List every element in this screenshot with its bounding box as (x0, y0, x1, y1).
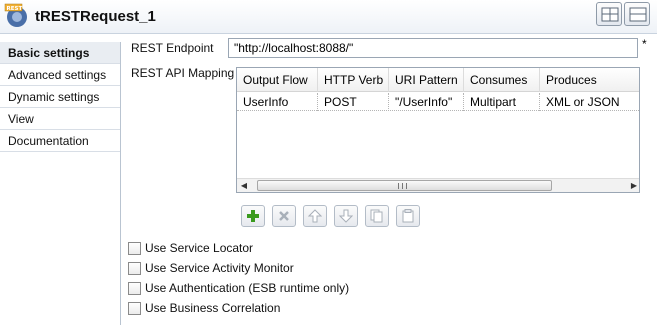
sidebar-item-documentation[interactable]: Documentation (0, 130, 120, 152)
table-row[interactable]: UserInfo POST "/UserInfo" Multipart XML … (237, 93, 639, 111)
use-service-activity-monitor-checkbox[interactable] (128, 262, 141, 275)
use-authentication-checkbox[interactable] (128, 282, 141, 295)
copy-button[interactable] (365, 205, 389, 227)
rest-endpoint-label: REST Endpoint (131, 41, 214, 55)
remove-row-button[interactable] (272, 205, 296, 227)
scroll-left-arrow-icon[interactable]: ◀ (237, 179, 251, 192)
paste-button[interactable] (396, 205, 420, 227)
cell-http-verb[interactable]: POST (318, 93, 389, 111)
use-service-activity-monitor-label: Use Service Activity Monitor (145, 261, 294, 275)
horizontal-scrollbar[interactable]: ◀ ▶ (237, 178, 639, 192)
window-title: tRESTRequest_1 (35, 8, 156, 25)
use-business-correlation-checkbox[interactable] (128, 302, 141, 315)
add-row-button[interactable] (241, 205, 265, 227)
copy-icon (370, 209, 383, 223)
grip-icon (398, 183, 407, 189)
rest-logo-icon: REST (4, 3, 27, 27)
cell-uri-pattern[interactable]: "/UserInfo" (389, 93, 464, 111)
rest-api-mapping-label: REST API Mapping (131, 66, 235, 80)
use-business-correlation-label: Use Business Correlation (145, 301, 281, 315)
sidebar-item-dynamic-settings[interactable]: Dynamic settings (0, 86, 120, 108)
rest-endpoint-input[interactable] (228, 38, 638, 58)
svg-text:REST: REST (7, 6, 23, 12)
split-view-icon (601, 7, 619, 22)
use-authentication-label: Use Authentication (ESB runtime only) (145, 281, 350, 295)
cell-consumes[interactable]: Multipart (464, 93, 540, 111)
sidebar-item-view[interactable]: View (0, 108, 120, 130)
table-header: Output Flow HTTP Verb URI Pattern Consum… (237, 68, 639, 92)
column-header-http-verb[interactable]: HTTP Verb (318, 68, 389, 92)
use-service-locator-label: Use Service Locator (145, 241, 254, 255)
sidebar-item-basic-settings[interactable]: Basic settings (0, 42, 120, 64)
settings-sidebar: Basic settings Advanced settings Dynamic… (0, 42, 121, 325)
paste-icon (402, 209, 414, 223)
stacked-view-icon (629, 7, 647, 22)
remove-icon (279, 211, 289, 221)
column-header-uri-pattern[interactable]: URI Pattern (389, 68, 464, 92)
required-marker: * (642, 37, 647, 51)
column-header-consumes[interactable]: Consumes (464, 68, 540, 92)
scrollbar-thumb[interactable] (257, 180, 552, 191)
rest-api-mapping-table[interactable]: Output Flow HTTP Verb URI Pattern Consum… (236, 67, 640, 193)
scroll-right-arrow-icon[interactable]: ▶ (627, 179, 639, 192)
cell-produces[interactable]: XML or JSON (540, 93, 639, 111)
column-header-output-flow[interactable]: Output Flow (237, 68, 318, 92)
sidebar-item-advanced-settings[interactable]: Advanced settings (0, 64, 120, 86)
move-down-button[interactable] (334, 205, 358, 227)
column-header-produces[interactable]: Produces (540, 68, 639, 92)
add-icon (247, 210, 259, 222)
move-up-button[interactable] (303, 205, 327, 227)
use-service-locator-checkbox[interactable] (128, 242, 141, 255)
layout-split-button[interactable] (596, 2, 622, 26)
move-down-icon (339, 209, 353, 223)
move-up-icon (308, 209, 322, 223)
title-bar: REST tRESTRequest_1 (0, 0, 657, 34)
cell-output-flow[interactable]: UserInfo (237, 93, 318, 111)
layout-stack-button[interactable] (624, 2, 650, 26)
